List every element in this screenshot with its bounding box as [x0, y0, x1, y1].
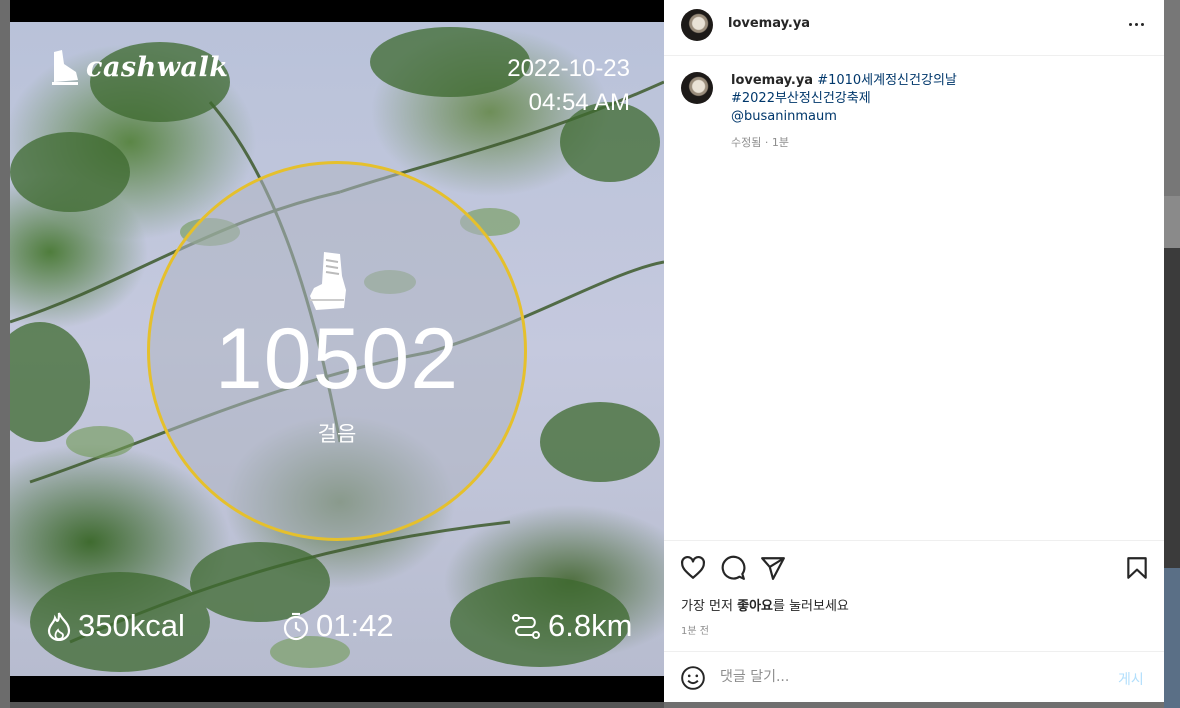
caption-meta: 수정됨 · 1분 [731, 136, 789, 149]
bookmark-icon[interactable] [1124, 555, 1150, 581]
avatar[interactable] [681, 9, 713, 41]
shoe-icon [310, 252, 346, 310]
post-comment-button[interactable]: 게시 [1118, 669, 1144, 689]
likes-prompt: 가장 먼저 좋아요를 눌러보세요 [681, 595, 849, 614]
comment-icon[interactable] [720, 555, 746, 581]
caption-text: lovemay.ya #1010세계정신건강의날 #2022부산정신건강축제 @… [731, 72, 1141, 126]
shoe-logo-icon [52, 50, 78, 85]
flame-icon [47, 612, 71, 641]
likes-suffix: 를 눌러보세요 [773, 599, 849, 614]
post-photo[interactable]: cashwalk 2022-10-23 04:54 AM 10502 걸음 35… [10, 0, 664, 702]
post-time: 1분 전 [681, 626, 709, 637]
caption-avatar[interactable] [681, 72, 713, 104]
brand-name: cashwalk [86, 51, 229, 83]
distance-stat: 6.8km [510, 608, 632, 644]
share-icon[interactable] [760, 555, 786, 581]
emoji-icon[interactable] [680, 665, 706, 691]
more-options-button[interactable] [1124, 14, 1148, 34]
post-actions: 가장 먼저 좋아요를 눌러보세요 1분 전 [664, 540, 1164, 651]
timer-icon [283, 612, 309, 641]
calories-stat: 350kcal [46, 608, 185, 644]
likes-link[interactable]: 좋아요 [737, 599, 773, 614]
comment-bar: 게시 [664, 651, 1164, 702]
distance-value: 6.8km [548, 608, 633, 643]
background-feed-bottom [10, 702, 664, 708]
duration-stat: 01:42 [282, 608, 394, 644]
comment-input[interactable] [720, 666, 1100, 688]
photo-time: 04:54 AM [528, 89, 630, 116]
background-feed-right [1164, 0, 1180, 708]
cashwalk-logo: cashwalk [48, 48, 228, 86]
hashtag-link[interactable]: #2022부산정신건강축제 [731, 91, 871, 106]
header-username[interactable]: lovemay.ya [728, 16, 810, 31]
step-count-label: 걸음 [317, 422, 357, 446]
photo-timestamp: 2022-10-23 04:54 AM [507, 52, 630, 120]
likes-prefix: 가장 먼저 [681, 599, 738, 614]
post-image: cashwalk 2022-10-23 04:54 AM 10502 걸음 35… [10, 22, 664, 676]
background-feed-left [0, 0, 10, 708]
step-count: 10502 [214, 311, 460, 407]
duration-value: 01:42 [316, 608, 394, 643]
hashtag-link[interactable]: #1010세계정신건강의날 [817, 73, 957, 88]
mention-link[interactable]: @busaninmaum [731, 109, 837, 124]
photo-date: 2022-10-23 [507, 55, 630, 82]
heart-icon[interactable] [680, 555, 706, 581]
route-icon [512, 614, 540, 639]
calories-value: 350kcal [78, 608, 185, 643]
more-horizontal-icon [1128, 22, 1132, 26]
caption-username[interactable]: lovemay.ya [731, 73, 813, 88]
post-header: lovemay.ya [664, 0, 1164, 56]
post-side-panel: lovemay.ya lovemay.ya #1010세계정신건강의날 #202… [664, 0, 1164, 702]
